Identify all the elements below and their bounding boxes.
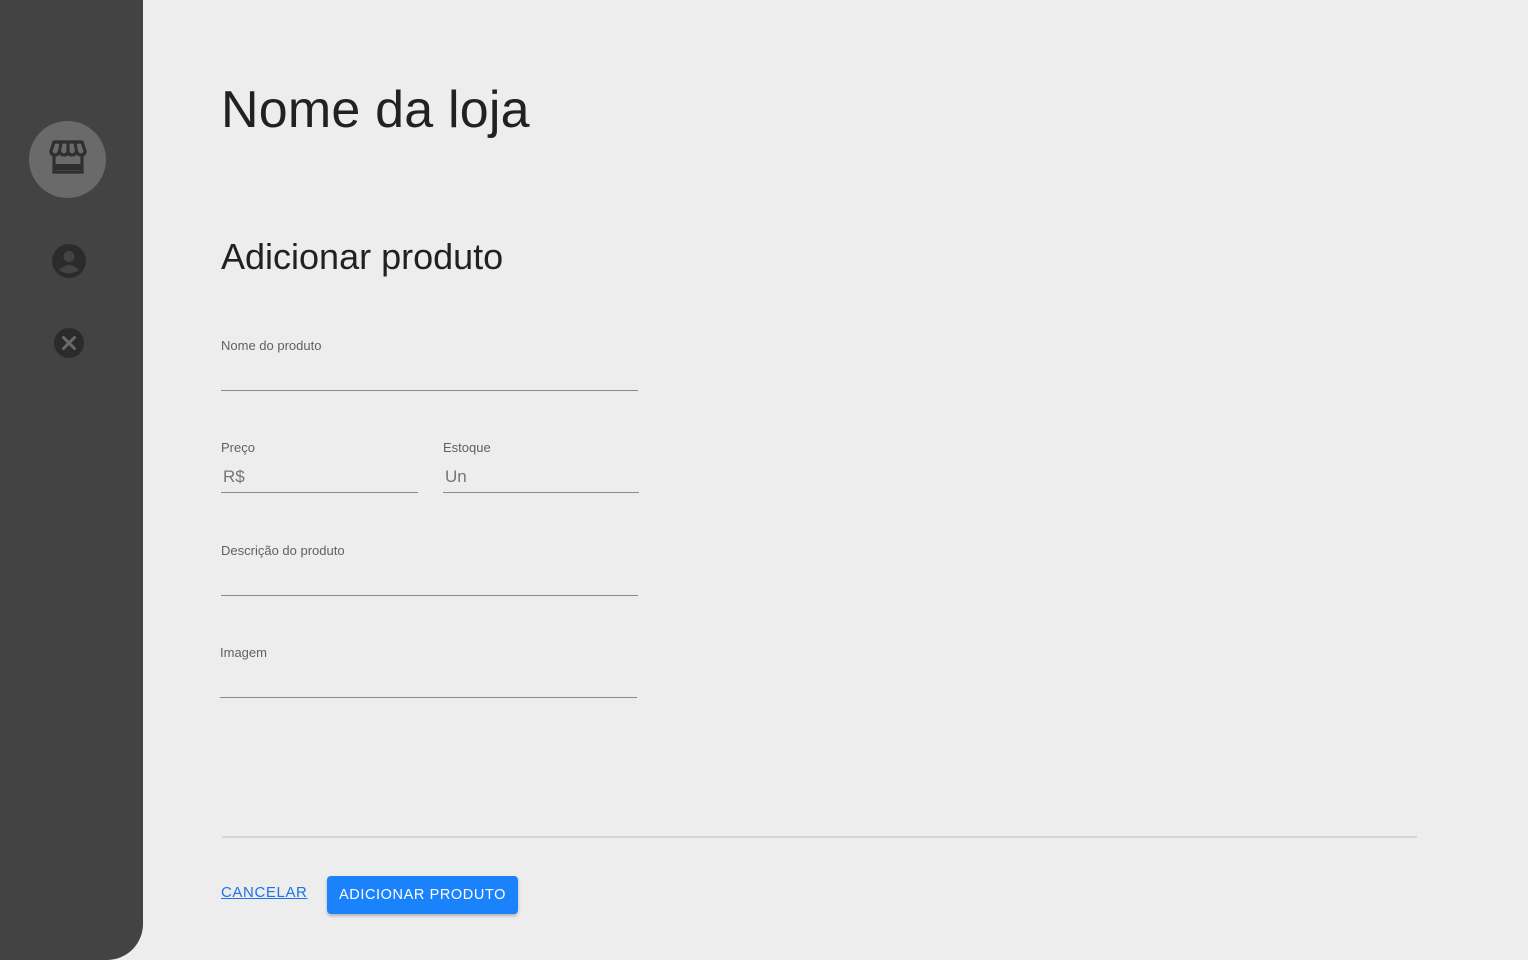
price-label: Preço: [221, 440, 255, 455]
store-name-title: Nome da loja: [221, 81, 530, 139]
form-title: Adicionar produto: [221, 236, 504, 277]
image-label: Imagem: [220, 645, 267, 660]
account-circle-icon: [51, 243, 87, 284]
price-input[interactable]: [221, 465, 418, 493]
close-circle-icon: [53, 327, 85, 364]
image-field: Imagem: [220, 645, 637, 698]
image-input[interactable]: [220, 670, 637, 698]
stock-label: Estoque: [443, 440, 491, 455]
actions-divider: [222, 836, 1417, 838]
stock-input[interactable]: [443, 465, 639, 493]
product-name-field: Nome do produto: [221, 338, 638, 391]
sidebar-item-exit[interactable]: [52, 327, 86, 364]
description-label: Descrição do produto: [221, 543, 345, 558]
product-name-input[interactable]: [221, 363, 638, 391]
sidebar-item-account[interactable]: [50, 243, 88, 284]
description-field: Descrição do produto: [221, 543, 638, 596]
sidebar-item-store[interactable]: [29, 121, 106, 198]
product-name-label: Nome do produto: [221, 338, 322, 353]
price-field: Preço R$: [221, 440, 418, 493]
cancel-button[interactable]: CANCELAR: [221, 884, 308, 901]
sidebar: [0, 0, 143, 960]
stock-field: Estoque Un: [443, 440, 639, 493]
storefront-icon: [48, 139, 87, 180]
add-product-button[interactable]: ADICIONAR PRODUTO: [327, 876, 518, 914]
description-input[interactable]: [221, 568, 638, 596]
main-content: Nome da loja Adicionar produto Nome do p…: [143, 0, 1528, 960]
